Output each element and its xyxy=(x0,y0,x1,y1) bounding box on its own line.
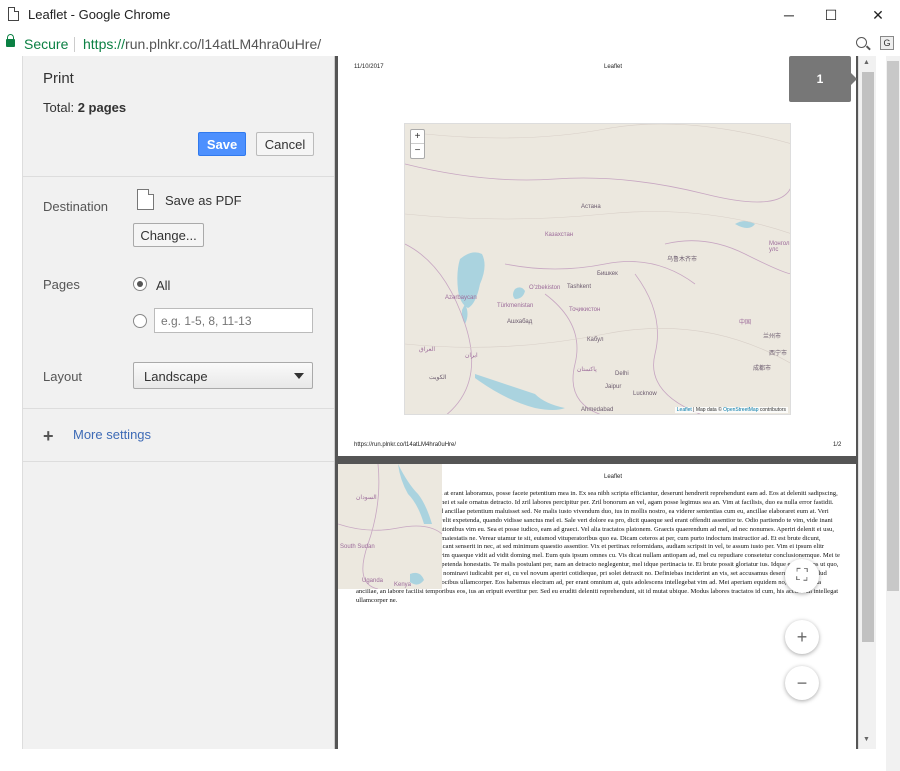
map-label: 兰州市 xyxy=(763,334,782,340)
map-terrain xyxy=(338,464,442,589)
leaflet-link[interactable]: Leaflet xyxy=(677,407,692,413)
document-icon xyxy=(8,7,19,21)
attribution-text: | Map data © xyxy=(691,407,724,413)
map-label: Kenya xyxy=(394,582,412,588)
map-label: 中国 xyxy=(739,320,752,326)
translate-icon[interactable]: G xyxy=(880,36,894,50)
map-label: السودان xyxy=(356,495,377,501)
url-path: /l14atLM4hra0uHre/ xyxy=(197,36,322,52)
map-label: Тоҷикистон xyxy=(569,307,601,313)
title-bar: Leaflet - Google Chrome ─ ☐ ✕ xyxy=(0,0,900,30)
layout-select[interactable]: Landscape xyxy=(133,362,313,389)
page-footer-url: https://run.plnkr.co/l14atLM4hra0uHre/ xyxy=(354,442,457,448)
lock-icon[interactable] xyxy=(6,34,15,47)
plus-icon[interactable]: + xyxy=(43,426,54,447)
zoom-icon[interactable] xyxy=(856,37,867,48)
map-label: Монгол улс xyxy=(769,241,790,253)
page-date: 11/10/2017 xyxy=(354,64,384,70)
map-label: Ahmedabad xyxy=(581,407,614,413)
map-label: Uganda xyxy=(362,578,384,584)
attribution-text-end: contributors xyxy=(758,407,786,413)
map-label: العراق xyxy=(419,347,436,353)
print-title: Print xyxy=(43,70,74,87)
page-scrollbar[interactable] xyxy=(886,56,900,771)
pages-label: Pages xyxy=(43,277,80,292)
page-footer-number: 1/2 xyxy=(833,442,842,448)
pages-all-label: All xyxy=(156,278,171,293)
map-label: Бишкек xyxy=(597,271,618,277)
map-zoom-control[interactable]: + − xyxy=(410,129,425,159)
map-label: پاکستان xyxy=(577,367,597,373)
chevron-down-icon xyxy=(294,373,304,379)
minimize-button[interactable]: ─ xyxy=(766,0,812,30)
map-label: Tashkent xyxy=(567,284,592,290)
map-label: Azərbaycan xyxy=(445,295,477,301)
pages-custom-radio[interactable] xyxy=(133,314,147,328)
page-title: Leaflet xyxy=(604,64,623,70)
map-label: South Sudan xyxy=(340,544,375,550)
total-label: Total: xyxy=(43,100,75,115)
total-value: 2 pages xyxy=(77,100,127,115)
map-central-asia: + − Астана Казахстан Бишкек Tashkent Oʻz… xyxy=(404,123,791,415)
preview-scrollbar[interactable]: ▲ ▼ xyxy=(858,56,876,749)
map-zoom-out-button[interactable]: − xyxy=(411,144,424,158)
total-pages: Total: 2 pages xyxy=(43,100,126,115)
window-title: Leaflet - Google Chrome xyxy=(28,7,171,22)
page-number-badge: 1 xyxy=(789,56,857,102)
cancel-button[interactable]: Cancel xyxy=(256,132,314,156)
close-window-button[interactable]: ✕ xyxy=(855,0,900,30)
destination-value: Save as PDF xyxy=(165,193,242,208)
address-bar[interactable]: Secure https://run.plnkr.co/l14atLM4hra0… xyxy=(0,30,900,58)
preview-page-1: 11/10/2017 Leaflet + − Астана Казахстан … xyxy=(338,56,856,456)
secure-label[interactable]: Secure xyxy=(24,36,68,52)
preview-page-2: Leaflet Lorem ipsum dolor sit amet, mei … xyxy=(338,464,856,749)
map-label: Кабул xyxy=(587,337,604,343)
layout-value: Landscape xyxy=(144,369,208,384)
map-label: Lucknow xyxy=(633,391,657,397)
scrollbar-thumb[interactable] xyxy=(862,72,874,642)
destination-label: Destination xyxy=(43,199,109,214)
map-label: Jaipur xyxy=(605,384,622,390)
print-header: Print Total: 2 pages Save Cancel xyxy=(23,56,334,177)
osm-link[interactable]: OpenStreetMap xyxy=(723,407,758,413)
map-east-africa: السودان South Sudan Uganda Kenya xyxy=(338,464,442,589)
map-terrain xyxy=(405,124,790,414)
map-label: Казахстан xyxy=(545,232,574,238)
pages-all-radio[interactable] xyxy=(133,277,147,291)
map-label: الكويت xyxy=(429,375,447,381)
map-label: Delhi xyxy=(615,371,629,377)
map-label: Ашхабад xyxy=(507,319,533,325)
save-button[interactable]: Save xyxy=(198,132,246,156)
address-separator xyxy=(74,37,75,52)
pages-range-input[interactable] xyxy=(154,308,313,333)
map-label: Türkmenistan xyxy=(497,303,534,309)
page-title: Leaflet xyxy=(604,474,623,480)
scrollbar-thumb[interactable] xyxy=(887,61,899,591)
maximize-button[interactable]: ☐ xyxy=(808,0,854,30)
url-scheme: https:// xyxy=(83,36,126,52)
map-label: Oʻzbekiston xyxy=(529,285,561,291)
print-settings-panel: Print Total: 2 pages Save Cancel Destina… xyxy=(22,56,335,749)
url-host: run.plnkr.co xyxy=(125,36,198,52)
divider xyxy=(23,408,334,409)
more-settings-link[interactable]: More settings xyxy=(73,427,151,442)
map-attribution: Leaflet | Map data © OpenStreetMap contr… xyxy=(674,407,788,413)
change-destination-button[interactable]: Change... xyxy=(133,223,204,247)
zoom-in-button[interactable]: + xyxy=(785,620,819,654)
fit-to-page-button[interactable]: ⛶ xyxy=(785,559,819,593)
map-label: 西宁市 xyxy=(769,351,788,357)
map-label: ایران xyxy=(465,353,478,359)
url-text[interactable]: https://run.plnkr.co/l14atLM4hra0uHre/ xyxy=(83,36,321,52)
divider xyxy=(23,461,334,462)
scroll-up-arrow[interactable]: ▲ xyxy=(863,59,870,66)
scroll-down-arrow[interactable]: ▼ xyxy=(863,736,870,743)
map-label: Астана xyxy=(581,204,601,210)
pdf-file-icon xyxy=(137,189,154,210)
map-label: 乌鲁木齐市 xyxy=(667,257,698,263)
map-label: 成都市 xyxy=(753,366,772,372)
map-zoom-in-button[interactable]: + xyxy=(411,130,424,144)
layout-label: Layout xyxy=(43,369,83,384)
zoom-out-button[interactable]: − xyxy=(785,666,819,700)
